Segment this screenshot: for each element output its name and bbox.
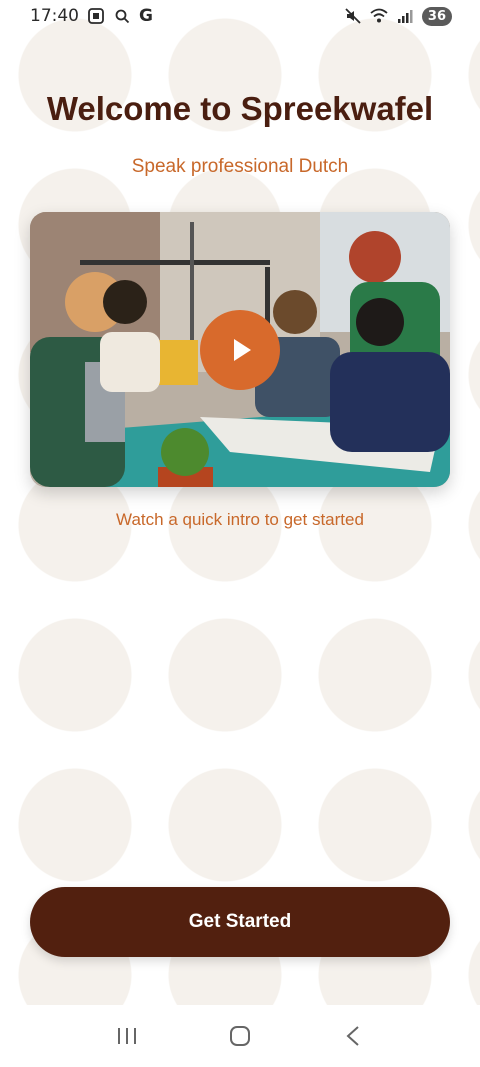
get-started-button[interactable]: Get Started: [30, 887, 450, 957]
play-button[interactable]: [200, 310, 280, 390]
recent-apps-button[interactable]: [107, 1016, 147, 1056]
recent-apps-icon: [117, 1028, 136, 1044]
back-icon: [346, 1026, 359, 1046]
system-navigation-bar: [0, 1005, 480, 1067]
status-time: 17:40: [30, 6, 79, 26]
welcome-screen: Welcome to Spreekwafel Speak professiona…: [0, 0, 480, 1067]
screenshot-icon: [87, 7, 105, 25]
wifi-icon: [370, 7, 388, 25]
search-tool-icon: [113, 7, 131, 25]
intro-video[interactable]: [30, 212, 450, 487]
home-icon: [229, 1026, 250, 1046]
page-title: Welcome to Spreekwafel: [46, 90, 434, 127]
status-left: 17:40 G: [30, 6, 153, 26]
status-right: 36: [344, 6, 452, 26]
play-icon: [234, 339, 251, 361]
back-button[interactable]: [333, 1016, 373, 1056]
page-subtitle: Speak professional Dutch: [131, 156, 349, 177]
signal-icon: [396, 7, 414, 25]
battery-indicator: 36: [421, 6, 452, 26]
mute-icon: [344, 7, 362, 25]
home-button[interactable]: [220, 1016, 260, 1056]
status-bar: 17:40 G 36: [0, 0, 480, 32]
google-icon: G: [139, 6, 153, 26]
video-caption: Watch a quick intro to get started: [116, 510, 364, 529]
